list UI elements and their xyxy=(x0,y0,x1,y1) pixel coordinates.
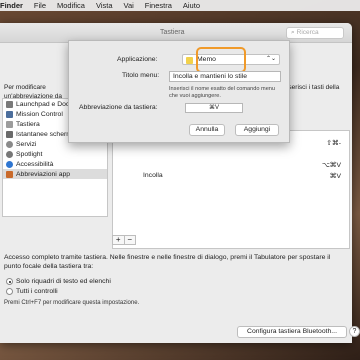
add-button[interactable]: Aggiungi xyxy=(235,124,279,136)
shortcut-key: ⇧⌘- xyxy=(326,140,341,147)
sidebar-item-label: Servizi xyxy=(16,140,37,148)
menu-window[interactable]: Finestra xyxy=(145,1,172,10)
radio-button[interactable] xyxy=(6,288,13,295)
keyboard-preferences-window: Tastiera ⌕ Ricerca Per modificare un'abbr… xyxy=(0,23,360,343)
table-row[interactable]: Incolla ⌘V xyxy=(113,171,349,181)
sidebar-item-accessibility[interactable]: Accessibilità xyxy=(3,159,107,169)
spotlight-icon xyxy=(6,150,13,158)
sidebar-item-label: Abbreviazioni app xyxy=(16,170,71,178)
application-label: Applicazione: xyxy=(117,56,158,63)
add-shortcut-button[interactable]: + xyxy=(113,236,124,244)
cancel-button[interactable]: Annulla xyxy=(189,124,225,136)
menu-title-note: Inserisci il nome esatto del comando men… xyxy=(169,86,276,99)
shortcut-key: ⌥⌘V xyxy=(321,162,341,169)
mission-control-icon xyxy=(6,110,13,118)
shortcut-name: Incolla xyxy=(143,172,163,179)
right-description: Inserisci i tasti della xyxy=(283,84,340,91)
menu-title-label: Titolo menu: xyxy=(122,72,160,79)
accessibility-icon xyxy=(6,160,13,168)
shortcut-label: Abbreviazione da tastiera: xyxy=(79,104,158,111)
remove-shortcut-button[interactable]: − xyxy=(123,236,136,244)
sidebar-item-label: Istantanee schermo xyxy=(16,130,76,138)
sidebar-item-label: Launchpad e Dock xyxy=(16,100,73,108)
menu-view[interactable]: Vista xyxy=(96,1,113,10)
menu-title-field[interactable]: Incolla e mantieni lo stile xyxy=(169,71,281,82)
radio-all-controls[interactable]: Tutti i controlli xyxy=(6,288,58,295)
shortcut-key: ⌘V xyxy=(329,173,341,180)
sidebar-item-app-shortcuts[interactable]: Abbreviazioni app xyxy=(3,169,107,179)
sidebar-item-label: Accessibilità xyxy=(16,160,54,168)
radio-label: Tutti i controlli xyxy=(16,288,58,295)
help-button[interactable]: ? xyxy=(349,326,360,337)
search-icon: ⌕ xyxy=(291,29,295,36)
search-placeholder: Ricerca xyxy=(296,29,319,36)
sidebar-item-spotlight[interactable]: Spotlight xyxy=(3,149,107,159)
radio-label: Solo riquadri di testo ed elenchi xyxy=(16,278,111,285)
menu-bar: Finder File Modifica Vista Vai Finestra … xyxy=(0,0,360,11)
radio-text-boxes-and-lists[interactable]: Solo riquadri di testo ed elenchi xyxy=(6,278,111,285)
radio-button-selected[interactable] xyxy=(6,278,13,285)
app-shortcuts-icon xyxy=(6,170,13,178)
change-setting-hint: Premi Ctrl+F7 per modificare questa impo… xyxy=(4,300,140,306)
menu-file[interactable]: File xyxy=(34,1,46,10)
shortcut-field[interactable]: ⌘V xyxy=(185,103,243,113)
table-row[interactable]: ⌥⌘V xyxy=(113,160,349,170)
sidebar-item-label: Spotlight xyxy=(16,150,43,158)
add-remove-controls: + − xyxy=(112,235,136,245)
popup-arrows-icon: ⌃⌄ xyxy=(265,56,276,62)
keyboard-icon xyxy=(6,120,13,128)
menu-help[interactable]: Aiuto xyxy=(183,1,200,10)
screenshot-icon xyxy=(6,130,13,138)
configure-bluetooth-keyboard-button[interactable]: Configura tastiera Bluetooth... xyxy=(237,326,347,338)
sidebar-item-label: Mission Control xyxy=(16,110,63,118)
shortcut-table: ⇧⌘- ⌥⌘V Incolla ⌘V xyxy=(112,130,350,249)
application-highlight xyxy=(196,47,246,73)
search-input[interactable]: ⌕ Ricerca xyxy=(286,27,344,39)
launchpad-icon xyxy=(6,100,13,108)
gear-icon xyxy=(6,140,13,148)
menu-edit[interactable]: Modifica xyxy=(57,1,85,10)
menu-go[interactable]: Vai xyxy=(124,1,134,10)
sidebar-item-label: Tastiera xyxy=(16,120,40,128)
add-shortcut-sheet: Applicazione: Memo ⌃⌄ Titolo menu: Incol… xyxy=(68,40,290,143)
notes-app-icon xyxy=(186,56,193,64)
menu-app-finder[interactable]: Finder xyxy=(0,1,23,10)
window-title: Tastiera xyxy=(160,29,185,36)
full-keyboard-access-text: Accesso completo tramite tastiera. Nelle… xyxy=(4,254,331,270)
